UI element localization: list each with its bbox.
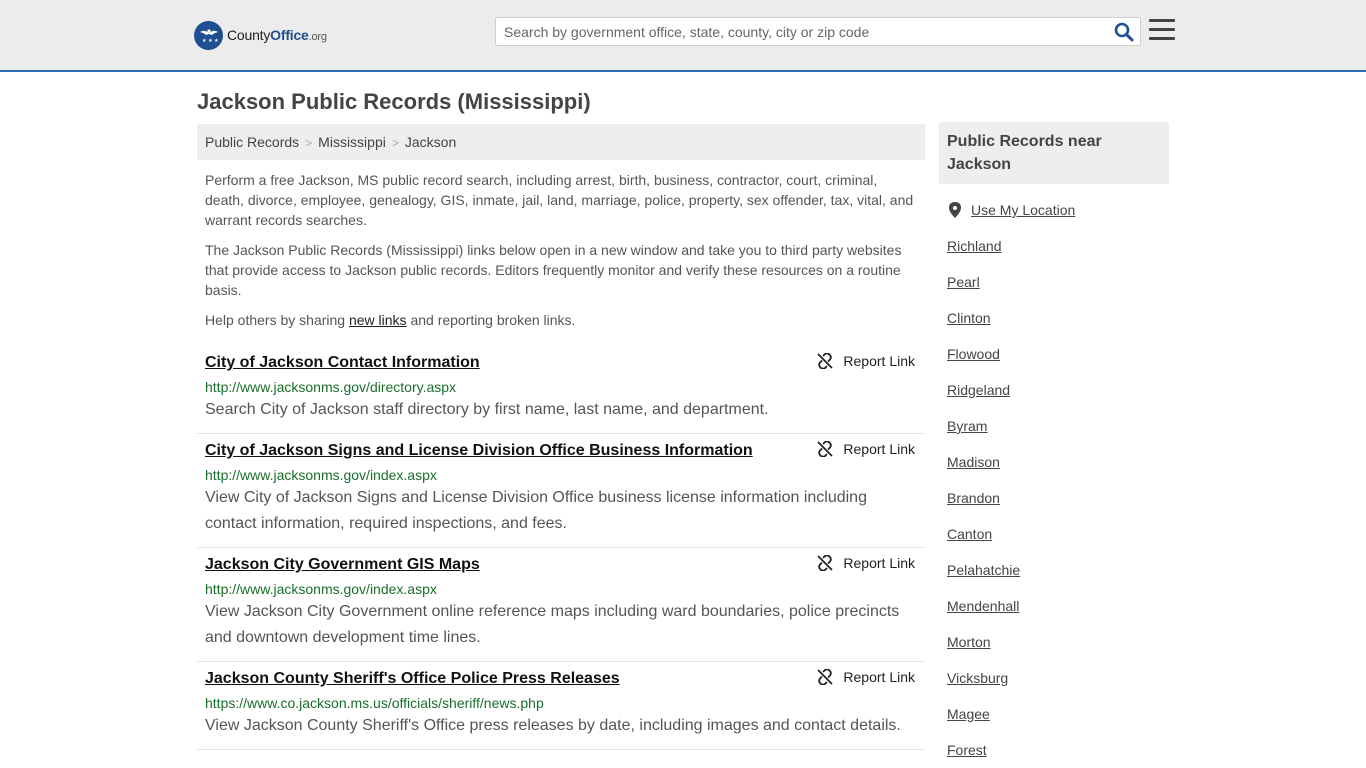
intro-paragraph-2: The Jackson Public Records (Mississippi)… [205, 242, 902, 298]
city-link-morton[interactable]: Morton [947, 632, 1167, 652]
city-link-magee[interactable]: Magee [947, 704, 1167, 724]
city-link-brandon[interactable]: Brandon [947, 488, 1167, 508]
city-link-flowood[interactable]: Flowood [947, 344, 1167, 364]
record-description: View City of Jackson Signs and License D… [205, 489, 867, 532]
use-my-location-label: Use My Location [971, 202, 1076, 218]
breadcrumb-separator: > [391, 136, 399, 150]
breadcrumb-separator: > [305, 136, 313, 150]
city-link-forest[interactable]: Forest [947, 740, 1167, 760]
search-input[interactable] [496, 18, 1096, 45]
city-link-madison[interactable]: Madison [947, 452, 1167, 472]
search-box [495, 17, 1141, 46]
menu-bar [1149, 37, 1175, 40]
breadcrumb-jackson[interactable]: Jackson [405, 134, 456, 150]
city-link-pearl[interactable]: Pearl [947, 272, 1167, 292]
record-title-link[interactable]: City of Jackson Signs and License Divisi… [205, 440, 795, 462]
record-item: City of Jackson Contact Information http… [197, 346, 925, 434]
report-link-label: Report Link [843, 353, 915, 369]
search-icon[interactable] [1114, 22, 1134, 42]
top-header-bar: ★ ★ ★ CountyOffice.org [0, 0, 1366, 72]
menu-bar [1149, 28, 1175, 31]
help-suffix: and reporting broken links. [406, 312, 576, 328]
record-item: City of Jackson Signs and License Divisi… [197, 434, 925, 548]
breadcrumb-public-records[interactable]: Public Records [205, 134, 299, 150]
broken-link-icon [817, 555, 834, 571]
city-link-ridgeland[interactable]: Ridgeland [947, 380, 1167, 400]
help-text: Help others by sharing new links and rep… [205, 310, 917, 330]
broken-link-icon [817, 669, 834, 685]
record-title-link[interactable]: Jackson City Government GIS Maps [205, 554, 795, 576]
records-list: City of Jackson Contact Information http… [197, 346, 925, 750]
logo-office: Office [270, 27, 309, 43]
report-link-button[interactable]: Report Link [817, 555, 915, 571]
record-item: Jackson City Government GIS Maps http://… [197, 548, 925, 662]
record-description: View Jackson City Government online refe… [205, 603, 900, 646]
record-url: http://www.jacksonms.gov/index.aspx [205, 467, 437, 483]
record-url: http://www.jacksonms.gov/directory.aspx [205, 379, 457, 395]
city-link-canton[interactable]: Canton [947, 524, 1167, 544]
report-link-label: Report Link [843, 669, 915, 685]
new-links-link[interactable]: new links [349, 312, 407, 328]
report-link-label: Report Link [843, 555, 915, 571]
logo-eagle-icon: ★ ★ ★ [194, 20, 223, 50]
nearby-cities-list: Use My Location Richland Pearl Clinton F… [947, 200, 1167, 760]
record-url: https://www.co.jackson.ms.us/officials/s… [205, 695, 544, 711]
hamburger-menu-icon[interactable] [1149, 19, 1175, 41]
record-title-link[interactable]: Jackson County Sheriff's Office Police P… [205, 668, 795, 690]
report-link-button[interactable]: Report Link [817, 353, 915, 369]
city-link-vicksburg[interactable]: Vicksburg [947, 668, 1167, 688]
logo-county: County [227, 27, 271, 43]
site-logo[interactable]: ★ ★ ★ CountyOffice.org [194, 20, 327, 50]
record-item: Jackson County Sheriff's Office Police P… [197, 662, 925, 750]
use-my-location-link[interactable]: Use My Location [947, 200, 1167, 220]
broken-link-icon [817, 353, 834, 369]
breadcrumb: Public Records > Mississippi > Jackson [197, 124, 925, 160]
svg-text:★ ★ ★: ★ ★ ★ [202, 38, 219, 44]
record-description: View Jackson County Sheriff's Office pre… [205, 717, 901, 734]
city-link-pelahatchie[interactable]: Pelahatchie [947, 560, 1167, 580]
report-link-button[interactable]: Report Link [817, 441, 915, 457]
record-description: Search City of Jackson staff directory b… [205, 401, 769, 418]
intro-paragraph-1: Perform a free Jackson, MS public record… [205, 172, 914, 228]
record-title-link[interactable]: City of Jackson Contact Information [205, 352, 795, 374]
menu-bar [1149, 19, 1175, 22]
record-url: http://www.jacksonms.gov/index.aspx [205, 581, 437, 597]
logo-wordmark: CountyOffice.org [227, 27, 327, 43]
report-link-button[interactable]: Report Link [817, 669, 915, 685]
logo-tld: .org [308, 31, 327, 43]
map-pin-icon [949, 202, 961, 218]
broken-link-icon [817, 441, 834, 457]
help-prefix: Help others by sharing [205, 312, 349, 328]
city-link-clinton[interactable]: Clinton [947, 308, 1167, 328]
city-link-byram[interactable]: Byram [947, 416, 1167, 436]
sidebar-heading: Public Records near Jackson [939, 122, 1169, 184]
city-link-richland[interactable]: Richland [947, 236, 1167, 256]
page-title: Jackson Public Records (Mississippi) [197, 89, 591, 114]
breadcrumb-mississippi[interactable]: Mississippi [318, 134, 386, 150]
report-link-label: Report Link [843, 441, 915, 457]
city-link-mendenhall[interactable]: Mendenhall [947, 596, 1167, 616]
